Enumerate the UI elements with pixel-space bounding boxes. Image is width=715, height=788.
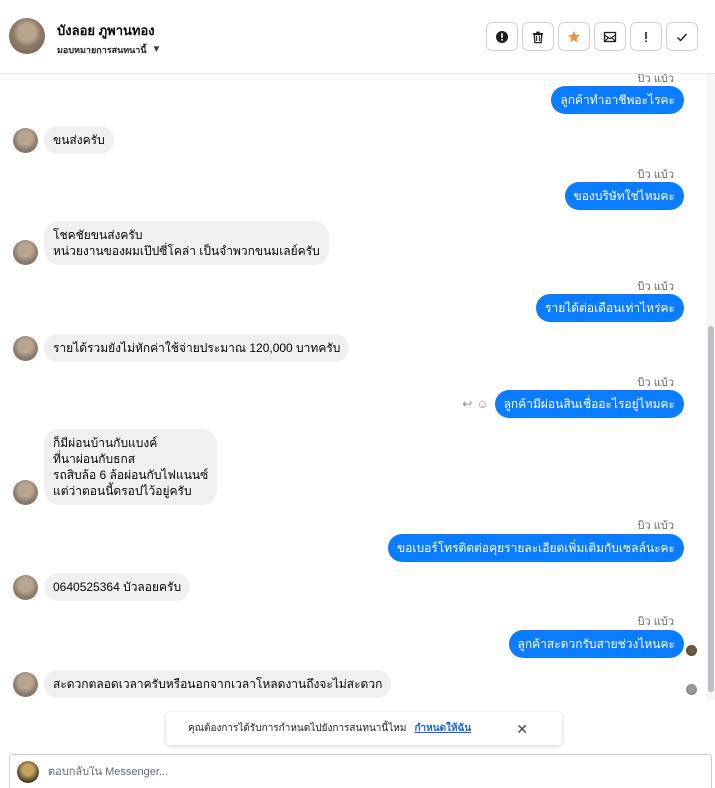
- message-row: ของบริษัทใช่ไหมคะ: [564, 182, 684, 210]
- outgoing-message[interactable]: ขอเบอร์โทรติดต่อคุยรายละเอียดเพิ่มเติมกั…: [387, 534, 684, 562]
- seen-avatar: [686, 684, 697, 695]
- outgoing-message[interactable]: รายได้ต่อเดือนเท่าไหร่คะ: [536, 294, 684, 322]
- seen-avatar: [686, 645, 697, 656]
- alert-circle-icon: [496, 30, 508, 43]
- reply-icon[interactable]: ↩: [462, 397, 472, 411]
- message-row: ลูกค้าทำอาชีพอะไรคะ: [551, 86, 684, 114]
- assign-notice: คุณต้องการได้รับการกำหนดไปยังการสนทนานี้…: [166, 712, 562, 745]
- outgoing-message[interactable]: ของบริษัทใช่ไหมคะ: [564, 182, 684, 210]
- message-actions: ↩ ☺: [462, 397, 488, 411]
- assign-conversation-dropdown[interactable]: มอบหมายการสนทนานี้ ▼: [57, 43, 161, 57]
- outgoing-message[interactable]: ลูกค้ามีผ่อนสินเชื่ออะไรอยู่ไหมคะ: [494, 390, 684, 418]
- contact-name[interactable]: บังลอย ภูพานทอง: [57, 20, 155, 41]
- outgoing-message[interactable]: ลูกค้าสะดวกรับสายช่วงไหนคะ: [508, 630, 684, 658]
- sender-name: บิว แบ้ว: [637, 281, 674, 293]
- sender-name: บิว แบ้ว: [637, 377, 674, 389]
- contact-avatar-small: [13, 574, 38, 600]
- incoming-message[interactable]: สะดวกตลอดเวลาครับหรือนอกจากเวลาโหลดงานถึ…: [44, 670, 392, 698]
- delete-button[interactable]: [522, 22, 554, 51]
- emoji-react-icon[interactable]: ☺: [476, 397, 488, 411]
- follow-up-button[interactable]: [558, 22, 590, 51]
- chevron-down-icon: ▼: [151, 44, 162, 55]
- message-row: ขอเบอร์โทรติดต่อคุยรายละเอียดเพิ่มเติมกั…: [387, 534, 684, 562]
- message-row: ขนส่งครับ: [13, 126, 114, 154]
- page-avatar: [17, 761, 39, 783]
- incoming-message[interactable]: 0640525364 บัวลอยครับ: [44, 573, 191, 601]
- star-icon: [568, 30, 580, 42]
- mark-unread-button[interactable]: [594, 22, 626, 51]
- message-row: โชคชัยขนส่งครับ หน่วยงานของผมเป๊ปซี่โคล่…: [13, 221, 329, 265]
- contact-avatar-small: [13, 127, 38, 153]
- reply-composer: [9, 754, 712, 788]
- spam-button[interactable]: [486, 22, 518, 51]
- close-icon[interactable]: ✕: [516, 722, 528, 736]
- message-row: สะดวกตลอดเวลาครับหรือนอกจากเวลาโหลดงานถึ…: [13, 670, 392, 698]
- contact-avatar-small: [13, 671, 38, 697]
- conversation-header: บังลอย ภูพานทอง มอบหมายการสนทนานี้ ▼: [0, 0, 715, 74]
- contact-avatar-small: [13, 335, 38, 361]
- incoming-message[interactable]: โชคชัยขนส่งครับ หน่วยงานของผมเป๊ปซี่โคล่…: [44, 221, 329, 265]
- outgoing-message[interactable]: ลูกค้าทำอาชีพอะไรคะ: [551, 86, 684, 114]
- header-actions: [486, 22, 698, 51]
- incoming-message[interactable]: รายได้รวมยังไม่หักค่าใช้จ่ายประมาณ 120,0…: [44, 334, 350, 362]
- trash-icon: [533, 31, 543, 43]
- message-row: ลูกค้าสะดวกรับสายช่วงไหนคะ: [508, 630, 684, 658]
- incoming-message[interactable]: ก็มีผ่อนบ้านกับแบงค์ ที่นาผ่อนกับธกส รถส…: [44, 429, 218, 505]
- sender-name: บิว แบ้ว: [637, 169, 674, 181]
- contact-avatar-small: [13, 240, 38, 265]
- reply-input[interactable]: [48, 766, 648, 778]
- notice-text: คุณต้องการได้รับการกำหนดไปยังการสนทนานี้…: [188, 723, 407, 734]
- mark-done-button[interactable]: [666, 22, 698, 51]
- incoming-message[interactable]: ขนส่งครับ: [44, 126, 114, 154]
- sender-name: บิว แบ้ว: [637, 616, 674, 628]
- assign-to-me-link[interactable]: กำหนดให้ฉัน: [414, 721, 471, 736]
- important-button[interactable]: [630, 22, 662, 51]
- message-row: รายได้ต่อเดือนเท่าไหร่คะ: [536, 294, 684, 322]
- sender-name: บิว แบ้ว: [637, 520, 674, 532]
- contact-avatar[interactable]: [9, 18, 45, 54]
- message-thread[interactable]: บิว แบ้ว ลูกค้าทำอาชีพอะไรคะ ขนส่งครับ บ…: [0, 74, 706, 700]
- message-row: ลูกค้ามีผ่อนสินเชื่ออะไรอยู่ไหมคะ ↩ ☺: [462, 390, 684, 418]
- scrollbar-thumb[interactable]: [708, 326, 714, 692]
- envelope-icon: [603, 31, 617, 42]
- contact-avatar-small: [13, 480, 38, 505]
- check-icon: [677, 33, 688, 42]
- message-row: ก็มีผ่อนบ้านกับแบงค์ ที่นาผ่อนกับธกส รถส…: [13, 429, 218, 505]
- assign-label: มอบหมายการสนทนานี้: [57, 45, 147, 55]
- exclamation-icon: [645, 31, 647, 42]
- message-row: รายได้รวมยังไม่หักค่าใช้จ่ายประมาณ 120,0…: [13, 334, 350, 362]
- message-row: 0640525364 บัวลอยครับ: [13, 573, 191, 601]
